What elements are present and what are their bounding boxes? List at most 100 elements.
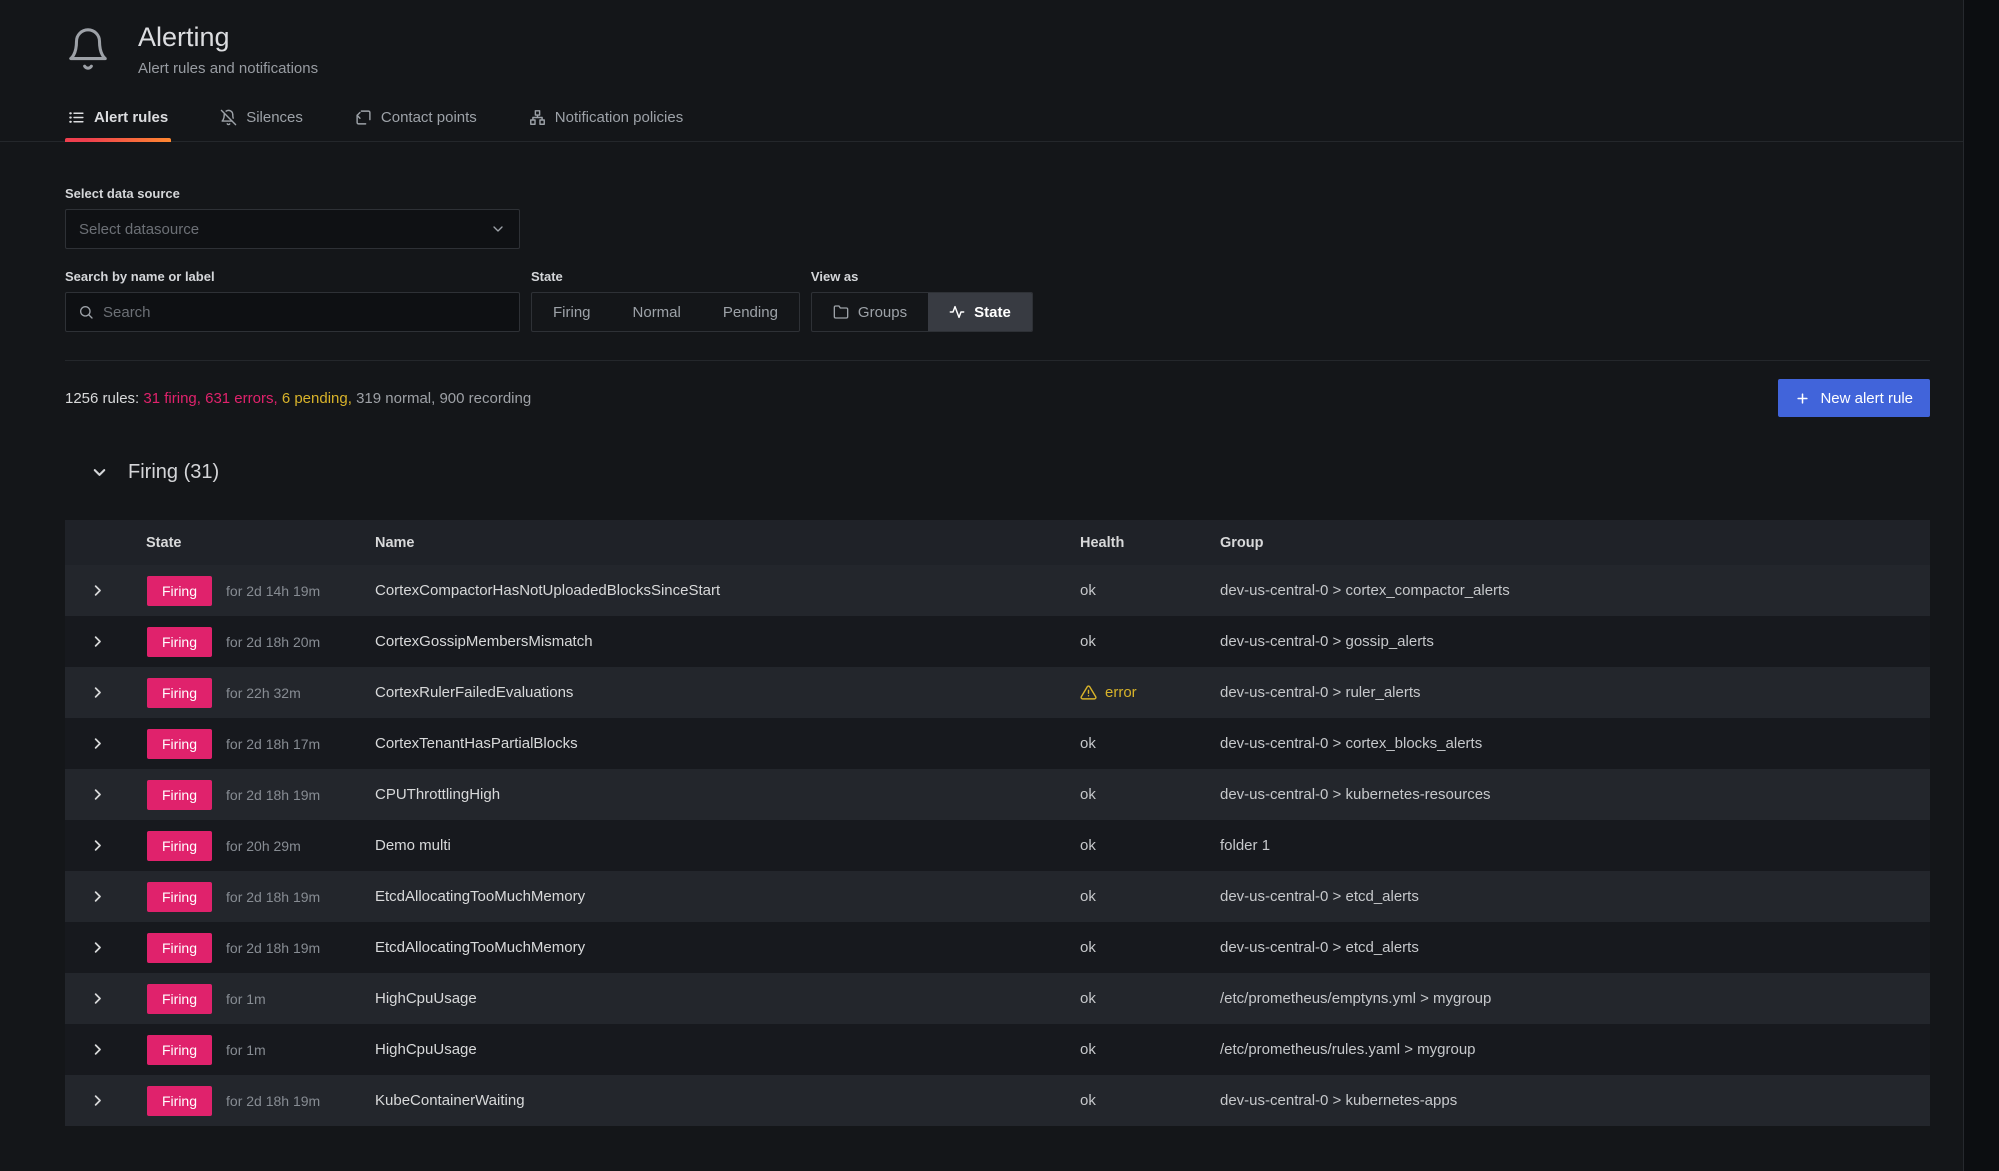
rule-group: dev-us-central-0 > etcd_alerts [1215,888,1930,905]
scrollbar-gutter[interactable] [1963,0,1999,1171]
datasource-placeholder: Select datasource [79,221,199,238]
search-icon [78,304,94,320]
bell-icon [65,26,111,72]
state-cell: Firingfor 2d 14h 19m [130,576,375,606]
alerting-page: Alerting Alert rules and notifications A… [0,0,1999,1171]
health-cell: ok [1075,837,1215,854]
rule-name: CortexGossipMembersMismatch [375,633,1075,650]
stats-row: 1256 rules: 31 firing, 631 errors, 6 pen… [65,379,1930,417]
rule-name: HighCpuUsage [375,1041,1075,1058]
expand-row-button[interactable] [65,787,130,802]
page-subtitle: Alert rules and notifications [138,60,318,77]
view-as-groups[interactable]: Groups [812,293,928,331]
health-cell: ok [1075,633,1215,650]
active-tab-indicator [65,138,171,142]
state-cell: Firing for 20h 29m [130,831,375,861]
firing-duration: for 2d 18h 19m [226,787,320,803]
column-header-name: Name [375,535,1075,551]
rule-name: EtcdAllocatingTooMuchMemory [375,939,1075,956]
firing-duration: for 1m [226,991,266,1007]
health-status: ok [1080,582,1096,599]
table-row: Firingfor 2d 18h 19mCPUThrottlingHighokd… [65,769,1930,820]
firing-duration: for 20h 29m [226,838,301,854]
rules-summary: 1256 rules: 31 firing, 631 errors, 6 pen… [65,390,531,407]
firing-duration: for 2d 18h 19m [226,940,320,956]
chevron-right-icon [90,838,105,853]
rule-group: dev-us-central-0 > gossip_alerts [1215,633,1930,650]
summary-segment: 319 normal, [356,390,435,407]
column-header-group: Group [1215,535,1930,551]
view-as-label-text: Groups [858,304,907,321]
rule-group: folder 1 [1215,837,1930,854]
expand-row-button[interactable] [65,1042,130,1057]
view-as-button-group: Groups State [811,292,1033,332]
state-filter-pending[interactable]: Pending [702,293,799,331]
firing-section-title: Firing (31) [128,461,219,484]
health-cell: ok [1075,888,1215,905]
warning-icon [1080,684,1097,701]
rule-group: dev-us-central-0 > kubernetes-resources [1215,786,1930,803]
state-filter-firing[interactable]: Firing [532,293,612,331]
rule-name: CPUThrottlingHigh [375,786,1075,803]
title-block: Alerting Alert rules and notifications [138,22,318,77]
chevron-right-icon [90,736,105,751]
health-status: ok [1080,1092,1096,1109]
rule-group: dev-us-central-0 > ruler_alerts [1215,684,1930,701]
table-row: Firingfor 2d 18h 17mCortexTenantHasParti… [65,718,1930,769]
summary-segment: 631 errors, [205,390,278,407]
chevron-right-icon [90,940,105,955]
rule-name: EtcdAllocatingTooMuchMemory [375,888,1075,905]
state-cell: Firing for 22h 32m [130,678,375,708]
rule-group: /etc/prometheus/rules.yaml > mygroup [1215,1041,1930,1058]
state-cell: Firingfor 2d 18h 19m [130,933,375,963]
expand-row-button[interactable] [65,889,130,904]
firing-duration: for 22h 32m [226,685,301,701]
state-badge: Firing [147,882,212,912]
column-header-state: State [130,535,375,551]
expand-row-button[interactable] [65,685,130,700]
view-as-state[interactable]: State [928,293,1032,331]
expand-row-button[interactable] [65,940,130,955]
state-cell: Firingfor 2d 18h 20m [130,627,375,657]
table-header-row: State Name Health Group [65,520,1930,565]
state-badge: Firing [147,678,212,708]
expand-row-button[interactable] [65,1093,130,1108]
firing-duration: for 2d 18h 19m [226,889,320,905]
divider [65,360,1930,361]
new-alert-rule-label: New alert rule [1820,390,1913,407]
health-status: ok [1080,633,1096,650]
tab-silences[interactable]: Silences [217,107,306,141]
tab-notification-policies[interactable]: Notification policies [526,107,686,141]
expand-row-button[interactable] [65,634,130,649]
state-badge: Firing [147,780,212,810]
state-filter-normal[interactable]: Normal [612,293,702,331]
health-status: ok [1080,888,1096,905]
firing-section-header[interactable]: Firing (31) [65,461,1930,484]
expand-row-button[interactable] [65,838,130,853]
new-alert-rule-button[interactable]: New alert rule [1778,379,1930,417]
expand-row-button[interactable] [65,736,130,751]
state-button-group: FiringNormalPending [531,292,800,332]
tab-contact-points[interactable]: Contact points [352,107,480,141]
firing-duration: for 2d 18h 17m [226,736,320,752]
summary-segment: 6 pending, [282,390,352,407]
search-input[interactable] [103,304,507,321]
tab-alert-rules[interactable]: Alert rules [65,107,171,141]
page-title: Alerting [138,22,318,53]
share-icon [355,109,372,126]
health-cell: ok [1075,582,1215,599]
app-header: Alerting Alert rules and notifications [65,0,1930,77]
health-cell: error [1075,684,1215,701]
state-badge: Firing [147,831,212,861]
state-cell: Firing for 2d 18h 19m [130,780,375,810]
expand-row-button[interactable] [65,991,130,1006]
view-as-group: View as Groups State [811,269,1033,332]
view-as-label: View as [811,269,1033,284]
state-filter-group: State FiringNormalPending [531,269,800,332]
state-badge: Firing [147,1086,212,1116]
expand-row-button[interactable] [65,583,130,598]
table-row: Firing for 2d 18h 19m EtcdAllocatingTooMuc… [65,871,1930,922]
health-status: ok [1080,1041,1096,1058]
bell-slash-icon [220,109,237,126]
datasource-select[interactable]: Select datasource [65,209,520,249]
